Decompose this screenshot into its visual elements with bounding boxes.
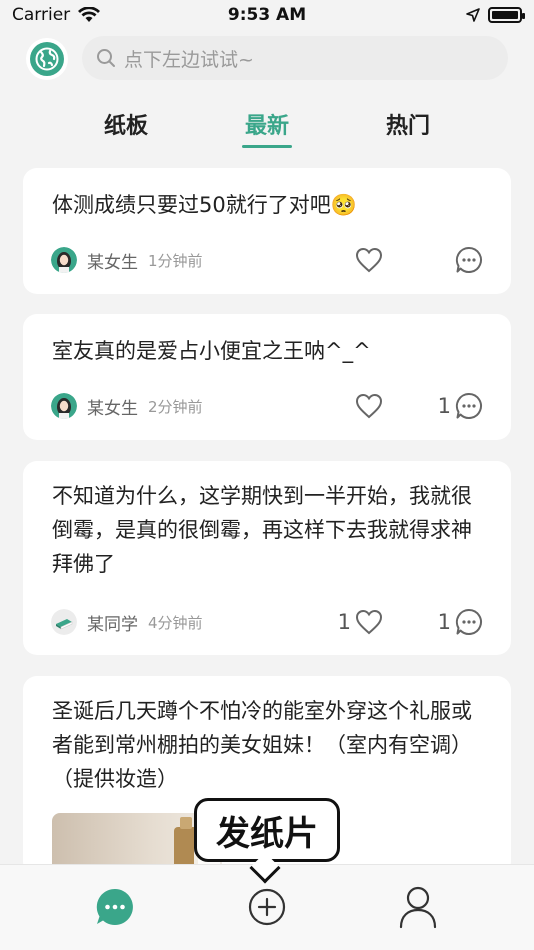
wifi-icon xyxy=(78,7,101,22)
comment-icon xyxy=(455,246,482,273)
comment-count: 1 xyxy=(437,610,451,634)
heart-icon xyxy=(355,609,383,635)
search-icon xyxy=(97,49,115,67)
status-right xyxy=(466,7,525,23)
nav-add-button[interactable] xyxy=(245,885,289,929)
comment-icon xyxy=(455,608,482,635)
battery-icon xyxy=(488,7,525,23)
globe-button[interactable] xyxy=(30,42,64,76)
chat-bubble-icon xyxy=(96,888,133,925)
carrier-label: Carrier xyxy=(12,5,71,25)
girl-avatar[interactable] xyxy=(51,247,77,273)
post-author: 某女生 xyxy=(87,252,138,273)
post-time: 4分钟前 xyxy=(148,613,203,632)
post-tooltip: 发纸片 xyxy=(194,798,340,862)
nav-profile-button[interactable] xyxy=(396,885,440,929)
like-count: 1 xyxy=(337,610,351,634)
post-text: 不知道为什么，这学期快到一半开始，我就很倒霉，是真的很倒霉，再这样下去我就得求神… xyxy=(52,484,472,576)
book-avatar[interactable] xyxy=(51,609,77,635)
tab-hot[interactable]: 热门 xyxy=(368,108,448,140)
globe-icon xyxy=(35,47,59,71)
post-meta: 某同学 4分钟前 1 1 xyxy=(51,607,483,637)
search-input[interactable]: 点下左边试试~ xyxy=(82,36,508,80)
tab-bar: 纸板 最新 热门 xyxy=(0,108,534,152)
comment-button[interactable] xyxy=(451,245,483,275)
comment-button[interactable]: 1 xyxy=(438,607,483,637)
comment-icon xyxy=(455,392,482,419)
tab-active-indicator xyxy=(242,145,292,148)
post-card[interactable]: 体测成绩只要过50就行了对吧🥺 某女生 1分钟前 xyxy=(23,168,511,294)
status-left: Carrier xyxy=(12,5,101,25)
heart-icon xyxy=(355,247,383,273)
comment-count: 1 xyxy=(437,394,451,418)
girl-avatar[interactable] xyxy=(51,393,77,419)
post-time: 2分钟前 xyxy=(148,397,203,416)
like-button[interactable] xyxy=(351,391,383,421)
tab-board[interactable]: 纸板 xyxy=(86,108,166,140)
tab-latest[interactable]: 最新 xyxy=(227,108,307,140)
post-text: 体测成绩只要过50就行了对吧🥺 xyxy=(52,193,357,217)
post-text: 圣诞后几天蹲个不怕冷的能室外穿这个礼服或者能到常州棚拍的美女姐妹！（室内有空调）… xyxy=(52,699,472,791)
add-circle-icon xyxy=(248,888,286,926)
post-card[interactable]: 不知道为什么，这学期快到一半开始，我就很倒霉，是真的很倒霉，再这样下去我就得求神… xyxy=(23,461,511,655)
person-icon xyxy=(399,886,437,929)
post-meta: 某女生 1分钟前 xyxy=(51,245,483,275)
search-placeholder: 点下左边试试~ xyxy=(124,48,254,71)
nav-messages-button[interactable] xyxy=(93,885,137,929)
post-card[interactable]: 室友真的是爱占小便宜之王呐^_^ 某女生 2分钟前 1 xyxy=(23,314,511,440)
post-time: 1分钟前 xyxy=(148,251,203,270)
search-row: 点下左边试试~ xyxy=(0,36,534,80)
heart-icon xyxy=(355,393,383,419)
post-text: 室友真的是爱占小便宜之王呐^_^ xyxy=(52,339,371,363)
post-author: 某女生 xyxy=(87,398,138,419)
post-author: 某同学 xyxy=(87,614,138,635)
like-button[interactable] xyxy=(351,245,383,275)
post-meta: 某女生 2分钟前 1 xyxy=(51,391,483,421)
status-bar: Carrier 9:53 AM xyxy=(0,0,534,30)
comment-button[interactable]: 1 xyxy=(438,391,483,421)
like-button[interactable]: 1 xyxy=(338,607,383,637)
location-arrow-icon xyxy=(466,8,480,22)
